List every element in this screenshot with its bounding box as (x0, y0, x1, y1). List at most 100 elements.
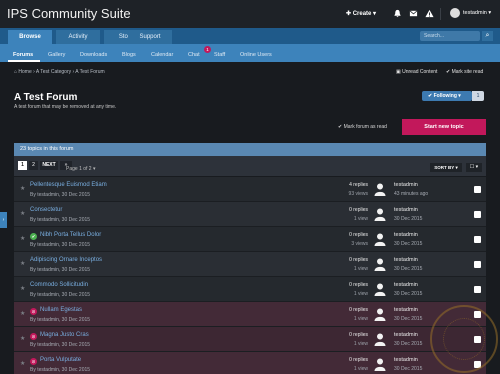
topic-select-checkbox[interactable] (474, 261, 481, 268)
topic-title-link[interactable]: Porta Vulputate (40, 357, 81, 363)
last-poster[interactable]: testadmin (394, 332, 418, 338)
user-avatar-icon[interactable] (373, 332, 387, 346)
user-menu[interactable]: testadmin ▾ (463, 10, 491, 16)
topic-views: 1 view (353, 291, 368, 297)
bell-icon-graphic (393, 9, 401, 17)
nav-active-indicator (8, 60, 40, 62)
topic-title-link[interactable]: Nibh Porta Tellus Dolor (40, 232, 101, 238)
star-icon[interactable]: ★ (20, 235, 25, 242)
side-panel-toggle[interactable]: › (0, 212, 7, 228)
nav-chat[interactable]: Chat (188, 52, 200, 58)
star-icon[interactable]: ★ (20, 260, 25, 267)
last-poster[interactable]: testadmin (394, 307, 418, 313)
create-menu[interactable]: ✚ Create ▾ (346, 10, 376, 17)
site-title[interactable]: IPS Community Suite (7, 6, 131, 21)
user-avatar-icon[interactable] (373, 182, 387, 196)
user-avatar-icon[interactable] (373, 257, 387, 271)
topic-author-meta: By testadmin, 30 Dec 2015 (30, 317, 91, 323)
topic-row[interactable]: ★ ⊘ Nullam Egestas By testadmin, 30 Dec 201… (14, 302, 486, 327)
tab-activity[interactable]: Activity (56, 30, 100, 44)
nav-staff[interactable]: Staff (214, 52, 225, 58)
search-input[interactable]: Search... (420, 31, 480, 41)
topic-select-checkbox[interactable] (474, 211, 481, 218)
topic-row[interactable]: ★ Commodo Sollicitudin By testadmin, 30 De… (14, 277, 486, 302)
start-new-topic-button[interactable]: Start new topic (402, 119, 486, 135)
star-icon[interactable]: ★ (20, 285, 25, 292)
last-poster[interactable]: testadmin (394, 357, 418, 363)
star-icon[interactable]: ★ (20, 210, 25, 217)
tab-browse[interactable]: Browse (8, 30, 52, 44)
topic-views: 1 view (353, 316, 368, 322)
top-divider (440, 8, 441, 20)
topic-row[interactable]: ★ Pellentesque Euismod Etiam By testadmin,… (14, 177, 486, 202)
topic-row[interactable]: ★ Adipiscing Ornare Inceptos By testadmin,… (14, 252, 486, 277)
last-post-date: 30 Dec 2015 (394, 216, 423, 222)
topic-replies: 0 replies (349, 357, 368, 363)
topic-author-meta: By testadmin, 30 Dec 2015 (30, 192, 91, 198)
topic-title-link[interactable]: Nullam Egestas (40, 307, 82, 313)
unread-content-label: Unread Content (402, 69, 438, 75)
topic-title-link[interactable]: Pellentesque Euismod Etiam (30, 182, 107, 188)
following-count[interactable]: 1 (472, 91, 484, 101)
topic-title-link[interactable]: Commodo Sollicitudin (30, 282, 88, 288)
topic-author-meta: By testadmin, 30 Dec 2015 (30, 292, 91, 298)
star-icon[interactable]: ★ (20, 360, 25, 367)
topic-select-checkbox[interactable] (474, 236, 481, 243)
topic-title-link[interactable]: Magna Justo Cras (40, 332, 89, 338)
last-poster[interactable]: testadmin (394, 207, 418, 213)
star-icon[interactable]: ★ (20, 185, 25, 192)
nav-downloads[interactable]: Downloads (80, 52, 107, 58)
topic-replies: 0 replies (349, 332, 368, 338)
last-post-date: 30 Dec 2015 (394, 366, 423, 372)
user-avatar-icon[interactable] (373, 207, 387, 221)
nav-forums[interactable]: Forums (13, 52, 33, 58)
page-jump-menu[interactable]: Page 1 of 2 ▾ (66, 166, 95, 172)
last-poster[interactable]: testadmin (394, 257, 418, 263)
topic-row[interactable]: ★ Consectetur By testadmin, 30 Dec 2015 0 r… (14, 202, 486, 227)
tab-support[interactable]: Support (128, 30, 172, 44)
sort-by-button[interactable]: SORT BY ▾ (430, 163, 462, 172)
bell-icon[interactable] (392, 8, 402, 18)
topic-row[interactable]: ★ ⊘ Porta Vulputate By testadmin, 30 Dec 20… (14, 352, 486, 374)
user-avatar-icon[interactable] (373, 357, 387, 371)
topic-row[interactable]: ★ ⊘ Magna Justo Cras By testadmin, 30 Dec 2… (14, 327, 486, 352)
last-poster[interactable]: testadmin (394, 282, 418, 288)
following-button[interactable]: ✔ Following ▾ (422, 91, 472, 101)
last-poster[interactable]: testadmin (394, 182, 418, 188)
user-avatar-icon[interactable] (373, 282, 387, 296)
topic-title-link[interactable]: Adipiscing Ornare Inceptos (30, 257, 102, 263)
last-post-date: 30 Dec 2015 (394, 266, 423, 272)
page-2-button[interactable]: 2 (29, 161, 38, 170)
last-poster[interactable]: testadmin (394, 232, 418, 238)
topic-title-link[interactable]: Consectetur (30, 207, 62, 213)
breadcrumb[interactable]: ⌂ Home › A Test Category › A Test Forum (14, 69, 105, 75)
hidden-status-icon: ⊘ (30, 358, 37, 365)
unread-content-link[interactable]: ▣ Unread Content (396, 69, 437, 75)
mark-forum-read-link[interactable]: ✔ Mark forum as read (338, 124, 387, 130)
envelope-icon-graphic (409, 10, 417, 16)
topic-row[interactable]: ★ ✔ Nibh Porta Tellus Dolor By testadmin, 3… (14, 227, 486, 252)
topic-views: 1 view (353, 366, 368, 372)
star-icon[interactable]: ★ (20, 335, 25, 342)
user-avatar-icon[interactable] (373, 232, 387, 246)
topic-select-checkbox[interactable] (474, 186, 481, 193)
search-icon[interactable]: ⌕ (482, 31, 493, 41)
user-avatar-icon[interactable] (373, 307, 387, 321)
nav-gallery[interactable]: Gallery (48, 52, 65, 58)
mark-site-read-link[interactable]: ✔ Mark site read (446, 69, 483, 75)
next-page-button[interactable]: NEXT (40, 161, 58, 170)
nav-calendar[interactable]: Calendar (151, 52, 173, 58)
topic-replies: 0 replies (349, 282, 368, 288)
topic-replies: 0 replies (349, 307, 368, 313)
page-1-button[interactable]: 1 (18, 161, 27, 170)
nav-blogs[interactable]: Blogs (122, 52, 136, 58)
envelope-icon[interactable] (408, 8, 418, 18)
warning-icon[interactable] (424, 8, 434, 18)
topic-select-checkbox[interactable] (474, 286, 481, 293)
forum-description: A test forum that may be removed at any … (14, 104, 117, 110)
nav-online-users[interactable]: Online Users (240, 52, 272, 58)
warning-icon-graphic (424, 9, 434, 17)
star-icon[interactable]: ★ (20, 310, 25, 317)
user-avatar[interactable] (450, 8, 460, 18)
select-topics-button[interactable]: ☐ ▾ (466, 163, 482, 172)
